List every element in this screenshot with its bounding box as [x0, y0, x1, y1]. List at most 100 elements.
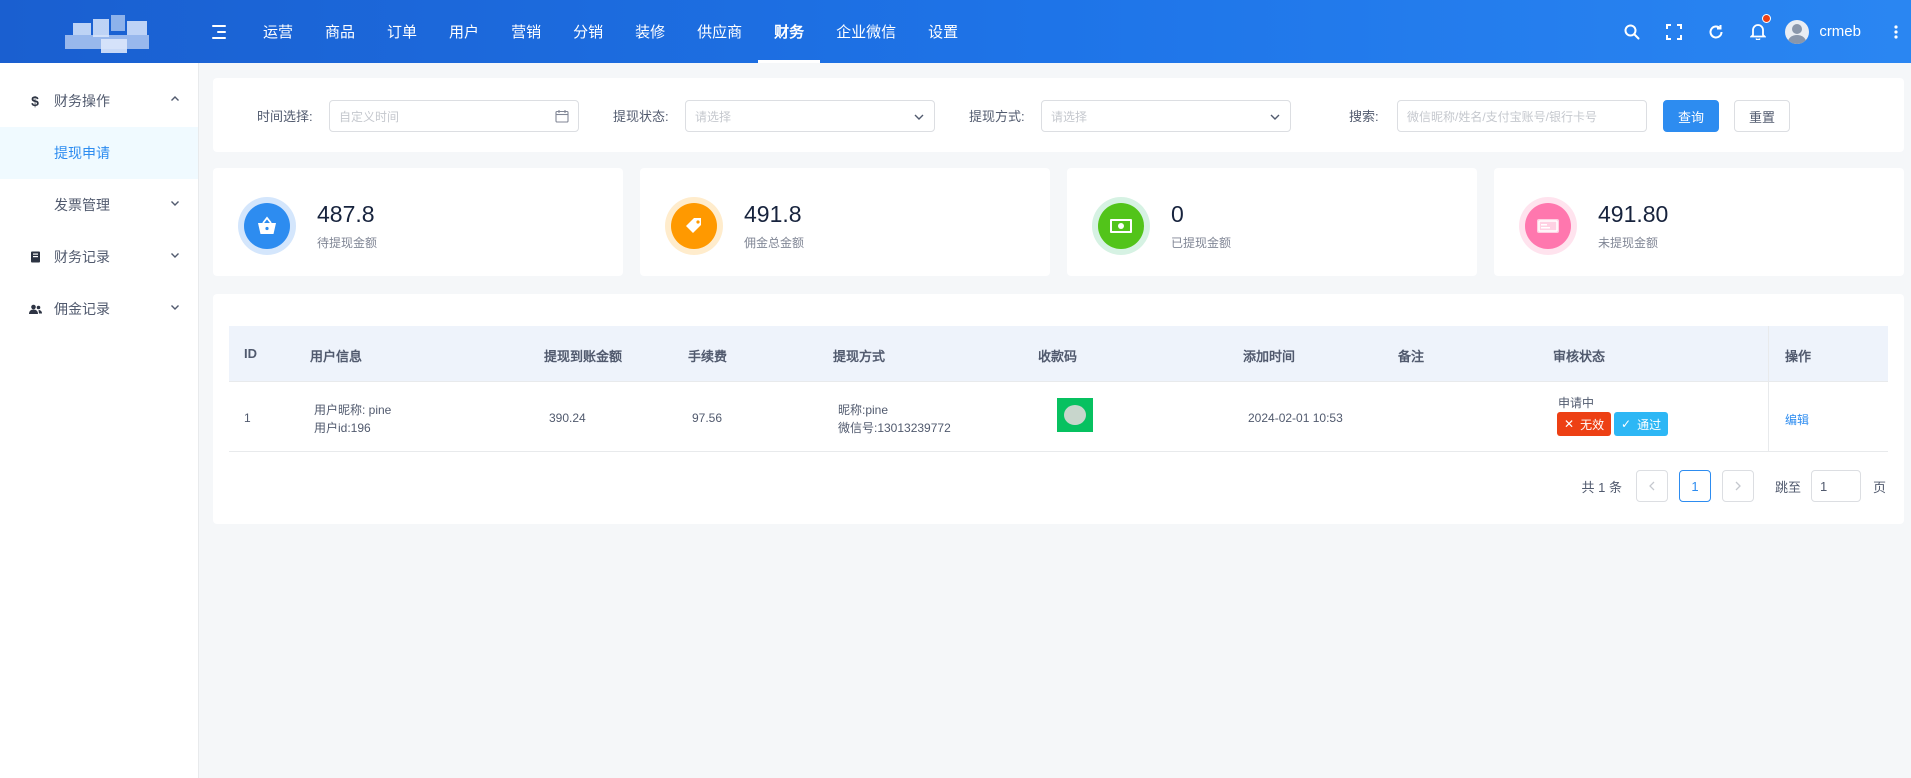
stat-value: 491.80 [1598, 201, 1669, 227]
payment-qrcode[interactable] [1057, 398, 1093, 432]
th-added-time: 添加时间 [1243, 349, 1296, 364]
bell-icon[interactable] [1737, 0, 1779, 63]
dollar-icon: $ [31, 93, 39, 109]
cell-method-nickname: 昵称:pine [838, 403, 889, 417]
stat-label: 已提现金额 [1171, 236, 1232, 250]
username: crmeb [1819, 23, 1861, 40]
nav-item[interactable]: 订单 [371, 0, 433, 63]
stat-label: 未提现金额 [1598, 236, 1659, 250]
stat-icon-ring [1519, 197, 1577, 255]
next-page-button[interactable] [1721, 470, 1754, 502]
sidebar: $ 财务操作 提现申请 发票管理 财务记录 佣金记录 [0, 63, 199, 778]
cell-fee: 97.56 [692, 411, 723, 425]
th-action: 操作 [1785, 349, 1812, 364]
th-method: 提现方式 [833, 349, 886, 364]
chevron-right-icon [1735, 481, 1741, 491]
withdraw-table-card: ID 用户信息 提现到账金额 手续费 提现方式 收款码 添加时间 备注 审核状态… [213, 294, 1904, 524]
stat-icon-ring [665, 197, 723, 255]
stat-value: 487.8 [317, 201, 375, 227]
stat-label: 佣金总金额 [744, 236, 805, 250]
stat-value: 491.8 [744, 201, 802, 227]
page-suffix: 页 [1872, 479, 1886, 495]
search-label: 搜索: [1349, 109, 1379, 124]
chevron-down-icon [171, 305, 179, 310]
nav-item[interactable]: 财务 [758, 0, 821, 63]
nav-item[interactable]: 供应商 [681, 0, 758, 63]
logo[interactable] [0, 0, 199, 63]
method-filter-label: 提现方式: [969, 109, 1025, 124]
status-select[interactable]: 请选择 [685, 100, 935, 132]
stat-icon-ring [238, 197, 296, 255]
more-vertical-icon[interactable] [1881, 0, 1911, 63]
approve-label: 通过 [1637, 417, 1662, 432]
sidebar-item-finance-ops[interactable]: $ 财务操作 [0, 75, 198, 127]
nav-item[interactable]: 分销 [557, 0, 619, 63]
page-number-button[interactable]: 1 [1678, 470, 1711, 502]
menu-collapse-icon[interactable] [212, 24, 228, 39]
stat-card-not-withdrawn: 491.80 未提现金额 [1494, 168, 1904, 276]
search-input-placeholder: 微信昵称/姓名/支付宝账号/银行卡号 [1407, 109, 1598, 124]
nav-item[interactable]: 设置 [912, 0, 974, 63]
users-icon [28, 304, 42, 315]
cell-audit-status: 申请中 [1558, 396, 1595, 410]
stat-card-pending: 487.8 待提现金额 [213, 168, 623, 276]
sidebar-item-commission-records[interactable]: 佣金记录 [0, 283, 198, 335]
stat-icon-ring [1092, 197, 1150, 255]
edit-link[interactable]: 编辑 [1785, 411, 1809, 428]
sidebar-item-withdraw-apply[interactable]: 提现申请 [0, 127, 198, 179]
cell-added-time: 2024-02-01 10:53 [1248, 411, 1343, 425]
search-icon[interactable] [1611, 0, 1653, 63]
th-audit-status: 审核状态 [1553, 349, 1606, 364]
chevron-left-icon [1649, 481, 1655, 491]
fullscreen-icon[interactable] [1653, 0, 1695, 63]
chevron-down-icon [914, 114, 924, 120]
table-header: ID 用户信息 提现到账金额 手续费 提现方式 收款码 添加时间 备注 审核状态… [229, 326, 1888, 382]
chevron-down-icon [171, 253, 179, 258]
status-select-placeholder: 请选择 [695, 109, 732, 124]
pagination: 共 1 条 1 跳至 1 页 [1582, 470, 1905, 502]
sidebar-item-finance-records[interactable]: 财务记录 [0, 231, 198, 283]
top-navbar: 运营 商品 订单 用户 营销 分销 装修 供应商 财务 企业微信 设置 crmeb [0, 0, 1911, 63]
chevron-down-icon [171, 201, 179, 206]
stat-card-withdrawn: 0 已提现金额 [1067, 168, 1477, 276]
logo-image [45, 9, 155, 55]
status-filter-label: 提现状态: [613, 109, 669, 124]
notification-badge [1762, 14, 1772, 23]
th-user-info: 用户信息 [310, 349, 363, 364]
th-remark: 备注 [1398, 349, 1425, 364]
table-row: 1 用户昵称: pine 用户id:196 390.24 97.56 昵称:pi… [229, 382, 1888, 452]
query-button[interactable]: 查询 [1663, 100, 1719, 132]
nav-item[interactable]: 用户 [433, 0, 495, 63]
user-menu[interactable]: crmeb [1785, 19, 1861, 44]
cell-amount: 390.24 [549, 411, 586, 425]
sidebar-item-label: 佣金记录 [54, 301, 110, 317]
nav-item[interactable]: 商品 [309, 0, 371, 63]
reject-button[interactable]: ✕ 无效 [1557, 412, 1612, 436]
reject-label: 无效 [1580, 417, 1605, 432]
method-select[interactable]: 请选择 [1041, 100, 1291, 132]
filter-panel: 时间选择: 自定义时间 提现状态: 请选择 提现方式: 请选择 搜索: 微信昵称… [213, 78, 1904, 152]
reset-button[interactable]: 重置 [1734, 100, 1790, 132]
search-input[interactable]: 微信昵称/姓名/支付宝账号/银行卡号 [1397, 100, 1647, 132]
prev-page-button[interactable] [1635, 470, 1668, 502]
close-icon: ✕ [1564, 417, 1575, 431]
top-nav-menu: 运营 商品 订单 用户 营销 分销 装修 供应商 财务 企业微信 设置 [247, 0, 974, 63]
nav-item[interactable]: 装修 [619, 0, 681, 63]
th-amount: 提现到账金额 [544, 349, 623, 364]
top-right-tools: crmeb [1611, 0, 1911, 63]
jump-page-input[interactable]: 1 [1810, 470, 1861, 502]
nav-item[interactable]: 营销 [495, 0, 557, 63]
nav-item[interactable]: 运营 [247, 0, 309, 63]
cell-action-col: 编辑 [1768, 382, 1888, 451]
pagination-total: 共 1 条 [1581, 479, 1622, 495]
date-range-picker[interactable]: 自定义时间 [329, 100, 579, 132]
book-icon [28, 251, 42, 263]
refresh-icon[interactable] [1695, 0, 1737, 63]
card-icon [1525, 203, 1571, 249]
jump-label: 跳至 [1774, 479, 1801, 495]
sidebar-item-invoice[interactable]: 发票管理 [0, 179, 198, 231]
stat-card-commission-total: 491.8 佣金总金额 [640, 168, 1050, 276]
approve-button[interactable]: ✓ 通过 [1614, 412, 1669, 436]
nav-item[interactable]: 企业微信 [820, 0, 912, 63]
th-id: ID [244, 346, 257, 361]
